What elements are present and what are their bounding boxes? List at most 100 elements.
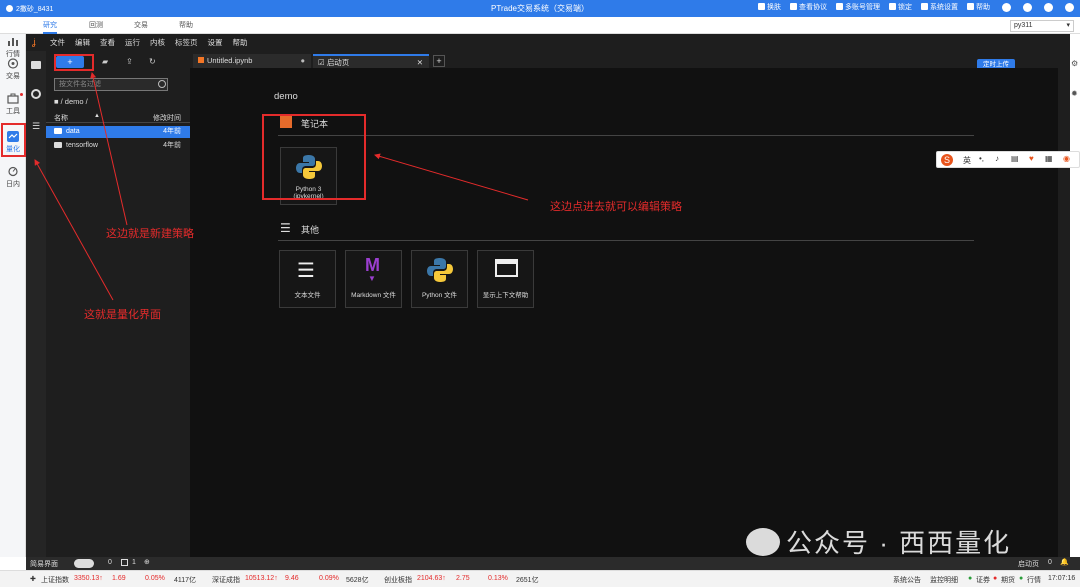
mic-icon[interactable]: ♪ bbox=[995, 154, 999, 163]
rail-intraday[interactable]: 日内 bbox=[0, 166, 26, 189]
scrollbar[interactable] bbox=[1058, 68, 1070, 557]
launcher-panel: demo 笔记本 Python 3 (ipykernel) ☰ 其他 ☰ 文本文… bbox=[190, 68, 1058, 557]
pin-icon[interactable]: ✚ bbox=[30, 575, 36, 583]
col-modified[interactable]: 修改时间 bbox=[153, 113, 181, 123]
ime-toolbar: S 英 •, ♪ ▤ ♥ ▦ ◉ bbox=[936, 151, 1080, 168]
new-folder-icon[interactable]: ▰ bbox=[102, 57, 108, 66]
menu-tabs[interactable]: 标签页 bbox=[175, 37, 198, 48]
protocol-link[interactable]: 查看协议 bbox=[790, 2, 827, 12]
col-name[interactable]: 名称 bbox=[54, 113, 68, 123]
tab-untitled-ipynb[interactable]: Untitled.ipynb ● bbox=[193, 54, 311, 68]
folder-icon bbox=[54, 142, 62, 148]
punct-icon[interactable]: •, bbox=[979, 154, 984, 163]
announcement-link[interactable]: 系统公告 bbox=[893, 575, 921, 585]
sort-up-icon[interactable]: ▲ bbox=[94, 113, 100, 119]
launch-label: 启动页 bbox=[1018, 561, 1039, 568]
chart-icon bbox=[8, 38, 18, 46]
help-icon bbox=[967, 3, 974, 10]
menu-settings[interactable]: 设置 bbox=[208, 37, 223, 48]
python-file-card[interactable]: Python 文件 bbox=[411, 250, 468, 308]
settings-link[interactable]: 系统设置 bbox=[921, 2, 958, 12]
down-arrow-icon: ▼ bbox=[368, 274, 376, 283]
jupyter-status-bar: 简易界面 0 1 ⊕ 启动页 0 🔔 bbox=[26, 557, 1080, 570]
file-filter-input[interactable]: 按文件名过滤 bbox=[54, 78, 168, 91]
minimize-button[interactable] bbox=[1002, 2, 1011, 12]
python-logo-icon bbox=[427, 258, 453, 282]
rail-tools[interactable]: 工具 bbox=[0, 93, 26, 116]
text-file-card[interactable]: ☰ 文本文件 bbox=[279, 250, 336, 308]
simple-mode-toggle[interactable] bbox=[74, 559, 94, 568]
toolbox-icon bbox=[7, 93, 19, 104]
tab-backtest[interactable]: 回测 bbox=[89, 20, 103, 30]
skin-icon bbox=[758, 3, 765, 10]
annotation-box-notebook bbox=[262, 114, 366, 200]
restore-button[interactable] bbox=[1023, 2, 1032, 12]
tab-research[interactable]: 研究 bbox=[43, 20, 57, 34]
divider bbox=[278, 135, 974, 136]
tab-launcher[interactable]: ☑ 启动页 ✕ bbox=[313, 54, 429, 69]
tab-help[interactable]: 帮助 bbox=[179, 20, 193, 30]
tab-trade[interactable]: 交易 bbox=[134, 20, 148, 30]
context-help-card[interactable]: 显示上下文帮助 bbox=[477, 250, 534, 308]
menu-edit[interactable]: 编辑 bbox=[75, 37, 90, 48]
close-button[interactable] bbox=[1065, 2, 1074, 12]
grid-icon[interactable]: ▦ bbox=[1045, 154, 1053, 163]
annotation-box-quant bbox=[1, 123, 26, 157]
list-item[interactable]: tensorflow 4年前 bbox=[46, 140, 190, 152]
launcher-icon: ☑ bbox=[318, 58, 327, 67]
rail-market[interactable]: 行情 bbox=[0, 36, 26, 59]
menu-run[interactable]: 运行 bbox=[125, 37, 140, 48]
list-item[interactable]: data 4年前 bbox=[46, 126, 190, 138]
lock-link[interactable]: 锁定 bbox=[889, 2, 912, 12]
multi-account-link[interactable]: 多账号管理 bbox=[836, 2, 880, 12]
kernel-count: 0 bbox=[108, 559, 112, 566]
commands-icon[interactable]: ☰ bbox=[32, 121, 40, 132]
bug-icon[interactable]: ✹ bbox=[1071, 89, 1078, 98]
menu-view[interactable]: 查看 bbox=[100, 37, 115, 48]
refresh-icon[interactable]: ↻ bbox=[149, 57, 156, 66]
more-icon[interactable]: ◉ bbox=[1063, 154, 1070, 163]
lock-icon bbox=[889, 3, 896, 10]
notebook-icon bbox=[198, 57, 204, 63]
gear-icon bbox=[921, 3, 928, 10]
left-rail: 行情 交易 工具 量化 日内 bbox=[0, 34, 26, 557]
intraday-icon bbox=[8, 166, 18, 177]
divider bbox=[278, 240, 974, 241]
dirty-dot-icon[interactable]: ● bbox=[300, 54, 305, 68]
menu-kernel[interactable]: 内核 bbox=[150, 37, 165, 48]
context-help-icon bbox=[495, 259, 518, 277]
gear-icon[interactable]: ⚙ bbox=[1071, 59, 1078, 68]
watermark: 公众号 · 西西量化 bbox=[746, 523, 1011, 560]
doc-icon bbox=[790, 3, 797, 10]
folder-icon bbox=[54, 128, 62, 134]
clock: 17:07:16 bbox=[1048, 575, 1076, 582]
bell-icon[interactable]: 🔔 bbox=[1060, 558, 1069, 566]
add-tab-button[interactable]: + bbox=[433, 55, 445, 67]
breadcrumb[interactable]: ■ / demo / bbox=[54, 97, 88, 106]
text-lines-icon: ☰ bbox=[280, 221, 291, 235]
skin-icon[interactable]: ♥ bbox=[1029, 154, 1034, 163]
globe-icon[interactable]: ⊕ bbox=[144, 558, 150, 566]
help-link[interactable]: 帮助 bbox=[967, 2, 990, 12]
market-status-bar: ✚ 上证指数 3350.13↑ 1.69 0.05% 4117亿 深证成指 10… bbox=[0, 570, 1080, 587]
env-select[interactable]: py311 ▾ bbox=[1010, 20, 1074, 32]
sogou-icon[interactable]: S bbox=[941, 154, 953, 166]
annotation-box-new bbox=[54, 54, 94, 71]
menu-file[interactable]: 文件 bbox=[50, 37, 65, 48]
folder-icon[interactable] bbox=[31, 61, 41, 69]
launcher-folder: demo bbox=[274, 91, 298, 102]
skin-link[interactable]: 换肤 bbox=[758, 2, 781, 12]
rail-trade[interactable]: 交易 bbox=[0, 58, 26, 81]
monitor-link[interactable]: 监控明细 bbox=[930, 575, 958, 585]
markdown-file-card[interactable]: M ▼ Markdown 文件 bbox=[345, 250, 402, 308]
running-icon[interactable] bbox=[31, 89, 41, 99]
menu-help[interactable]: 帮助 bbox=[233, 37, 248, 48]
other-section-title: 其他 bbox=[301, 225, 320, 235]
keyboard-icon[interactable]: ▤ bbox=[1011, 154, 1019, 163]
upload-icon[interactable]: ⇪ bbox=[126, 57, 133, 66]
terminal-count: 1 bbox=[132, 559, 136, 566]
maximize-button[interactable] bbox=[1044, 2, 1053, 12]
ime-lang[interactable]: 英 bbox=[963, 155, 971, 166]
chevron-down-icon: ▾ bbox=[1066, 22, 1070, 29]
text-file-icon: ☰ bbox=[297, 260, 315, 282]
